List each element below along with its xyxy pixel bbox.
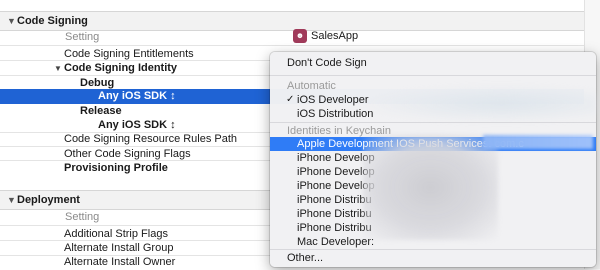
menu-item-label: iOS Developer: [297, 94, 369, 106]
menu-item-other[interactable]: Other...: [270, 251, 596, 265]
app-icon: ☻: [293, 29, 307, 43]
row-divider: [0, 45, 600, 46]
redaction-blur: [360, 85, 596, 123]
disclosure-triangle-icon[interactable]: ▼: [7, 191, 16, 209]
setting-alternate-install-group[interactable]: Alternate Install Group: [64, 241, 173, 256]
menu-separator: [270, 249, 596, 250]
menu-item-label: iPhone Distribu: [297, 194, 372, 206]
menu-item-label: iPhone Distribu: [297, 222, 372, 234]
setting-other-code-signing-flags[interactable]: Other Code Signing Flags: [64, 147, 191, 162]
setting-alternate-install-owner[interactable]: Alternate Install Owner: [64, 255, 175, 270]
disclosure-triangle-icon[interactable]: ▼: [54, 61, 62, 76]
section-header-code-signing[interactable]: ▼ Code Signing: [0, 11, 584, 31]
menu-separator: [270, 75, 596, 76]
setting-additional-strip-flags[interactable]: Additional Strip Flags: [64, 227, 168, 242]
disclosure-triangle-icon[interactable]: ▼: [7, 12, 16, 30]
redaction-blur: [363, 135, 498, 240]
menu-item-label: Don't Code Sign: [287, 57, 367, 69]
setting-provisioning-profile[interactable]: Provisioning Profile: [64, 161, 168, 176]
column-header-setting: Setting: [65, 31, 100, 43]
section-title: Deployment: [17, 194, 80, 206]
setting-release[interactable]: Release: [80, 104, 122, 119]
menu-group-label: Automatic: [287, 80, 336, 92]
setting-code-signing-entitlements[interactable]: Code Signing Entitlements: [64, 47, 194, 62]
checkmark-icon: ✓: [286, 94, 295, 105]
setting-label: Code Signing Identity: [64, 62, 178, 74]
target-name: SalesApp: [311, 30, 359, 42]
menu-item-dont-code-sign[interactable]: Don't Code Sign: [270, 56, 596, 70]
column-header-setting: Setting: [65, 211, 100, 223]
section-title: Code Signing: [17, 15, 88, 27]
menu-item-label: iPhone Distribu: [297, 208, 372, 220]
setting-code-signing-identity[interactable]: ▼ Code Signing Identity: [54, 61, 178, 76]
redaction-blur: [483, 135, 593, 149]
setting-resource-rules-path[interactable]: Code Signing Resource Rules Path: [64, 132, 237, 147]
menu-item-label: Other...: [287, 252, 324, 264]
release-sdk-condition[interactable]: Any iOS SDK ↕: [98, 118, 176, 133]
sdk-condition-popup[interactable]: Any iOS SDK ↕: [98, 89, 176, 104]
